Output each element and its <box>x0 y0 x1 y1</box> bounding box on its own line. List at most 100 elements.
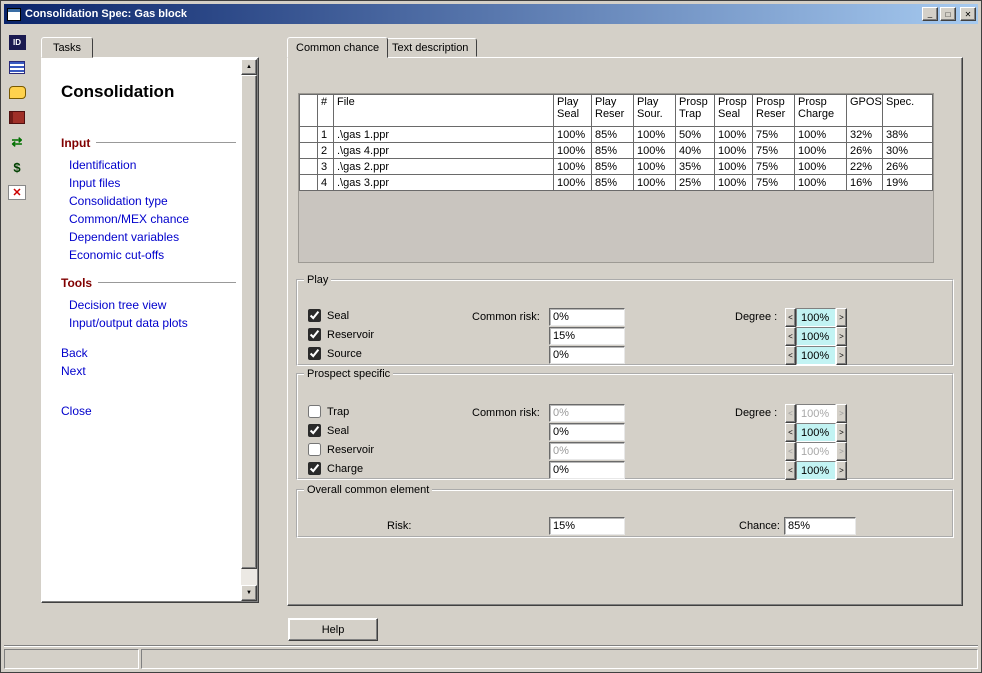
column-header: Spec. <box>883 95 933 127</box>
table-row[interactable]: 3 .\gas 2.ppr 100% 85% 100% 35% 100% 75%… <box>300 159 933 175</box>
back-link[interactable]: Back <box>61 346 236 360</box>
prospect-seal-degree-value: 100% <box>796 423 836 442</box>
bottom-separator <box>4 645 978 647</box>
table-cell: 100% <box>634 143 676 159</box>
link-consolidation-type[interactable]: Consolidation type <box>69 194 236 208</box>
prospect-reservoir-row: Reservoir < 100% > <box>298 442 952 462</box>
seal-checkbox[interactable] <box>308 309 321 322</box>
seal-degree-value: 100% <box>796 308 836 327</box>
degree-decrease-icon[interactable]: < <box>785 442 796 461</box>
scroll-up-icon[interactable]: ▲ <box>241 59 257 75</box>
overall-chance-input[interactable] <box>784 517 856 535</box>
tab-tasks[interactable]: Tasks <box>41 37 93 58</box>
tab-text-description[interactable]: Text description <box>383 38 477 57</box>
charge-checkbox[interactable] <box>308 462 321 475</box>
degree-decrease-icon[interactable]: < <box>785 423 796 442</box>
next-link[interactable]: Next <box>61 364 236 378</box>
comment-toolbar-button[interactable] <box>5 81 29 103</box>
column-header: Prosp Trap <box>676 95 715 127</box>
statusbar <box>4 649 978 669</box>
link-decision-tree-view[interactable]: Decision tree view <box>69 298 236 312</box>
degree-increase-icon[interactable]: > <box>836 423 847 442</box>
trap-checkbox-wrap[interactable]: Trap <box>308 405 349 418</box>
degree-increase-icon[interactable]: > <box>836 327 847 346</box>
scroll-down-icon[interactable]: ▼ <box>241 585 257 601</box>
input-files-toolbar-button[interactable] <box>5 56 29 78</box>
seal-degree-spinner: < 100% > <box>785 308 847 327</box>
common-chance-panel: # File Play Seal Play Reser Play Sour. P… <box>287 57 963 606</box>
charge-checkbox-wrap[interactable]: Charge <box>308 462 363 475</box>
tab-common-chance[interactable]: Common chance <box>287 37 388 58</box>
prospect-reservoir-checkbox-label: Reservoir <box>327 444 374 456</box>
table-cell: 100% <box>795 127 847 143</box>
source-checkbox[interactable] <box>308 347 321 360</box>
degree-decrease-icon[interactable]: < <box>785 404 796 423</box>
degree-label: Degree : <box>735 311 777 323</box>
charge-risk-input[interactable] <box>549 461 625 479</box>
minimize-button[interactable]: _ <box>922 7 938 21</box>
source-checkbox-wrap[interactable]: Source <box>308 347 362 360</box>
prospect-seal-checkbox-wrap[interactable]: Seal <box>308 424 349 437</box>
table-cell: 85% <box>592 175 634 191</box>
row-selector[interactable] <box>300 143 318 159</box>
economics-toolbar-button[interactable]: $ <box>5 156 29 178</box>
trap-risk-input[interactable] <box>549 404 625 422</box>
row-selector[interactable] <box>300 159 318 175</box>
degree-increase-icon[interactable]: > <box>836 404 847 423</box>
reservoir-checkbox-wrap[interactable]: Reservoir <box>308 328 374 341</box>
identification-toolbar-button[interactable]: ID <box>5 31 29 53</box>
prospect-seal-risk-input[interactable] <box>549 423 625 441</box>
table-row[interactable]: 4 .\gas 3.ppr 100% 85% 100% 25% 100% 75%… <box>300 175 933 191</box>
table-row[interactable]: 1 .\gas 1.ppr 100% 85% 100% 50% 100% 75%… <box>300 127 933 143</box>
help-button[interactable]: Help <box>288 618 378 641</box>
table-cell: 85% <box>592 159 634 175</box>
table-cell: 100% <box>715 143 753 159</box>
charge-checkbox-label: Charge <box>327 463 363 475</box>
table-cell: 26% <box>847 143 883 159</box>
delete-toolbar-button[interactable]: ✕ <box>5 181 29 203</box>
degree-decrease-icon[interactable]: < <box>785 308 796 327</box>
seal-risk-input[interactable] <box>549 308 625 326</box>
delete-icon: ✕ <box>8 185 26 200</box>
table-cell: 100% <box>554 127 592 143</box>
column-header: Play Seal <box>554 95 592 127</box>
close-link[interactable]: Close <box>61 404 236 418</box>
link-common-mex-chance[interactable]: Common/MEX chance <box>69 212 236 226</box>
table-cell: .\gas 3.ppr <box>334 175 554 191</box>
row-selector[interactable] <box>300 175 318 191</box>
link-identification[interactable]: Identification <box>69 158 236 172</box>
tab-common-chance-label: Common chance <box>296 42 379 54</box>
link-input-files[interactable]: Input files <box>69 176 236 190</box>
column-header <box>300 95 318 127</box>
link-economic-cutoffs[interactable]: Economic cut-offs <box>69 248 236 262</box>
row-selector[interactable] <box>300 127 318 143</box>
scroll-thumb[interactable] <box>241 75 257 569</box>
degree-decrease-icon[interactable]: < <box>785 461 796 480</box>
table-row[interactable]: 2 .\gas 4.ppr 100% 85% 100% 40% 100% 75%… <box>300 143 933 159</box>
overall-risk-input[interactable] <box>549 517 625 535</box>
tasks-scrollbar[interactable]: ▲ ▼ <box>241 59 257 601</box>
maximize-button[interactable]: □ <box>940 7 956 21</box>
degree-decrease-icon[interactable]: < <box>785 346 796 365</box>
prospect-reservoir-checkbox-wrap[interactable]: Reservoir <box>308 443 374 456</box>
table-cell: 30% <box>883 143 933 159</box>
source-risk-input[interactable] <box>549 346 625 364</box>
link-io-data-plots[interactable]: Input/output data plots <box>69 316 236 330</box>
reservoir-checkbox[interactable] <box>308 328 321 341</box>
reservoir-risk-input[interactable] <box>549 327 625 345</box>
degree-increase-icon[interactable]: > <box>836 346 847 365</box>
trap-checkbox[interactable] <box>308 405 321 418</box>
close-button[interactable]: ✕ <box>960 7 976 21</box>
table-cell: .\gas 4.ppr <box>334 143 554 159</box>
degree-increase-icon[interactable]: > <box>836 442 847 461</box>
prospect-reservoir-risk-input[interactable] <box>549 442 625 460</box>
prospect-reservoir-checkbox[interactable] <box>308 443 321 456</box>
link-dependent-variables[interactable]: Dependent variables <box>69 230 236 244</box>
prospect-seal-checkbox[interactable] <box>308 424 321 437</box>
degree-increase-icon[interactable]: > <box>836 308 847 327</box>
book-toolbar-button[interactable] <box>5 106 29 128</box>
degree-increase-icon[interactable]: > <box>836 461 847 480</box>
seal-checkbox-wrap[interactable]: Seal <box>308 309 349 322</box>
degree-decrease-icon[interactable]: < <box>785 327 796 346</box>
convert-toolbar-button[interactable]: ⇄ <box>5 131 29 153</box>
